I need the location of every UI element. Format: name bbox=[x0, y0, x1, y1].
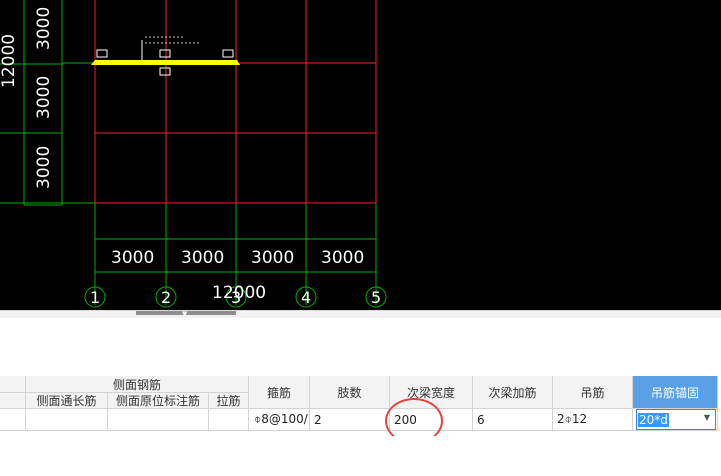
axis-label-3: 3 bbox=[231, 288, 241, 307]
cell-legs[interactable]: 2 bbox=[310, 409, 390, 431]
group-header-side-rebar: 侧面钢筋 bbox=[26, 376, 249, 393]
col-header-sec-beam-width[interactable]: 次梁宽度 bbox=[390, 376, 473, 409]
col-header-side-long[interactable]: 侧面通长筋 bbox=[26, 393, 108, 409]
col-header-tie[interactable]: 拉筋 bbox=[209, 393, 249, 409]
dim-horizontal-1: 3000 bbox=[111, 248, 154, 268]
cell-hanger[interactable]: 2⌽12 bbox=[553, 409, 633, 431]
dim-horizontal-2: 3000 bbox=[181, 248, 224, 268]
cell-sec-beam-width[interactable]: 200 bbox=[390, 409, 473, 431]
col-header-hanger-anchor[interactable]: 吊筋锚固 bbox=[633, 376, 718, 409]
table-empty-area bbox=[0, 436, 721, 476]
cell-tie[interactable] bbox=[209, 409, 249, 431]
col-header-sec-beam-add[interactable]: 次梁加筋 bbox=[473, 376, 553, 409]
beam-grid[interactable] bbox=[94, 0, 377, 204]
dim-vertical-total: 12000 bbox=[0, 34, 19, 88]
axis-label-4: 4 bbox=[301, 288, 311, 307]
cell-side-long[interactable] bbox=[26, 409, 108, 431]
dim-horizontal-3: 3000 bbox=[251, 248, 294, 268]
cell-stirrup[interactable]: ⌽8@100/ bbox=[249, 409, 310, 431]
col-header-hanger[interactable]: 吊筋 bbox=[553, 376, 633, 409]
dim-horizontal-4: 3000 bbox=[321, 248, 364, 268]
dim-vertical-mid: 3000 bbox=[34, 76, 54, 119]
hanger-anchor-value[interactable]: 20*d bbox=[638, 412, 669, 427]
header-blank bbox=[0, 376, 26, 393]
hanger-anchor-combo[interactable]: 20*d ▼ bbox=[636, 409, 716, 430]
attribute-panel-toolbar bbox=[0, 318, 721, 349]
header-spacer bbox=[0, 348, 721, 376]
cell-side-insitu[interactable] bbox=[108, 409, 209, 431]
cell-sec-beam-add[interactable]: 6 bbox=[473, 409, 553, 431]
col-header-side-insitu[interactable]: 侧面原位标注筋 bbox=[108, 393, 209, 409]
axis-label-1: 1 bbox=[90, 288, 100, 307]
dropdown-arrow-icon[interactable]: ▼ bbox=[704, 413, 710, 422]
row-header-cell[interactable] bbox=[0, 409, 26, 431]
beam-attribute-table: 侧面钢筋 侧面通长筋 侧面原位标注筋 拉筋 箍筋 肢数 次梁宽度 次梁加筋 吊筋… bbox=[0, 376, 721, 436]
col-header-legs[interactable]: 肢数 bbox=[310, 376, 390, 409]
axis-label-5: 5 bbox=[371, 288, 381, 307]
header-blank-2 bbox=[0, 393, 26, 409]
col-header-stirrup[interactable]: 箍筋 bbox=[249, 376, 310, 409]
cad-drawing-canvas[interactable]: 3000 3000 3000 12000 3000 3000 3000 3000… bbox=[0, 0, 721, 310]
dim-vertical-top: 3000 bbox=[34, 7, 54, 50]
dim-vertical-bottom: 3000 bbox=[34, 146, 54, 189]
axis-label-2: 2 bbox=[161, 288, 171, 307]
chevron-down-icon[interactable]: ▼ bbox=[182, 311, 187, 318]
